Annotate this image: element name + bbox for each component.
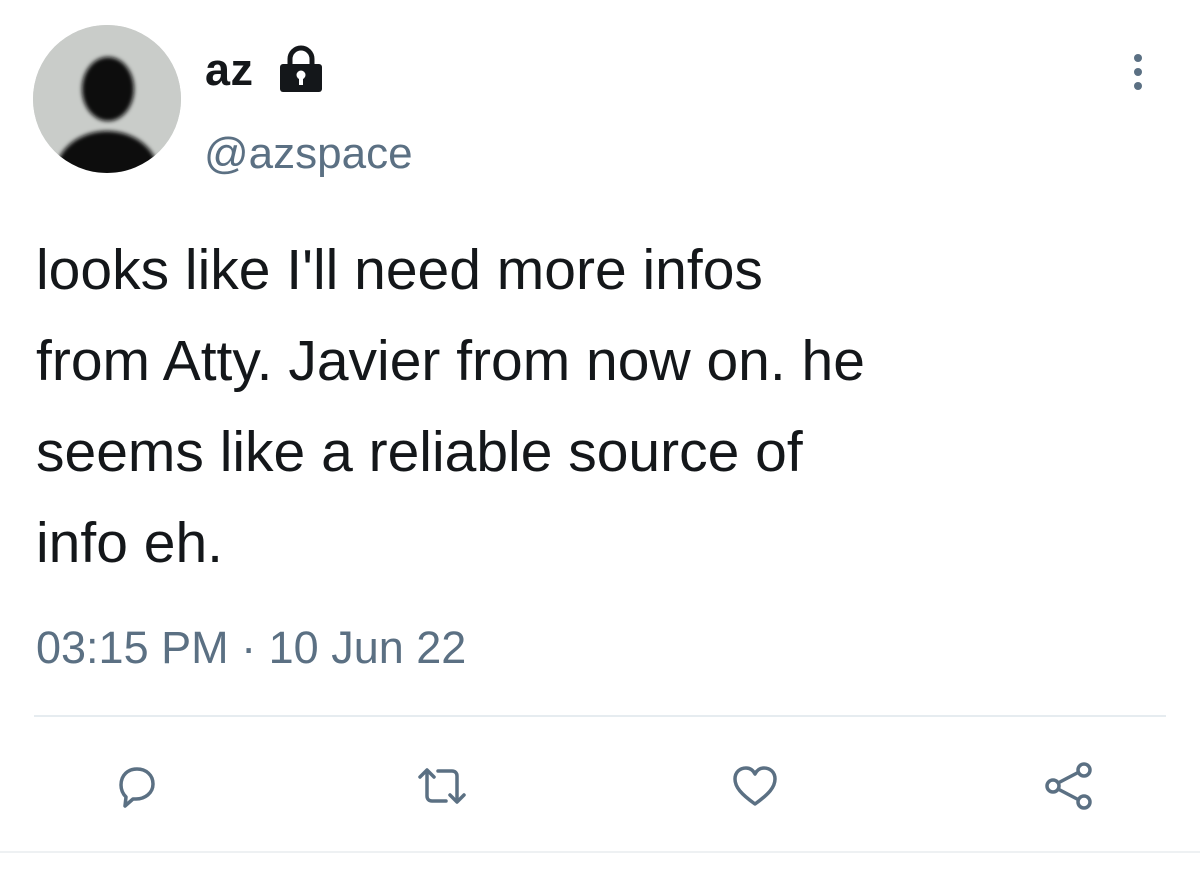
share-icon bbox=[1045, 762, 1092, 810]
timestamp-separator: · bbox=[241, 622, 257, 673]
like-button[interactable] bbox=[727, 758, 783, 814]
bottom-divider bbox=[0, 851, 1200, 853]
tweet-text: looks like I'll need more infos from Att… bbox=[36, 238, 865, 575]
user-handle[interactable]: @azspace bbox=[204, 126, 413, 182]
retweet-button[interactable] bbox=[414, 758, 470, 814]
avatar[interactable] bbox=[33, 25, 181, 173]
reply-icon bbox=[119, 767, 155, 808]
retweet-icon bbox=[418, 768, 466, 804]
default-profile-silhouette-icon bbox=[33, 25, 181, 173]
tweet-time: 03:15 PM bbox=[36, 622, 229, 673]
tweet-date: 10 Jun 22 bbox=[268, 622, 467, 673]
like-icon bbox=[733, 766, 777, 806]
more-options-icon[interactable] bbox=[1120, 48, 1156, 96]
tweet-card: az @azspace looks like I'll need more in… bbox=[0, 0, 1200, 870]
tweet-timestamp[interactable]: 03:15 PM · 10 Jun 22 bbox=[36, 616, 466, 680]
lock-icon bbox=[272, 42, 330, 94]
divider bbox=[34, 715, 1166, 717]
reply-button[interactable] bbox=[109, 758, 165, 814]
display-name[interactable]: az bbox=[205, 40, 254, 100]
share-button[interactable] bbox=[1041, 758, 1097, 814]
